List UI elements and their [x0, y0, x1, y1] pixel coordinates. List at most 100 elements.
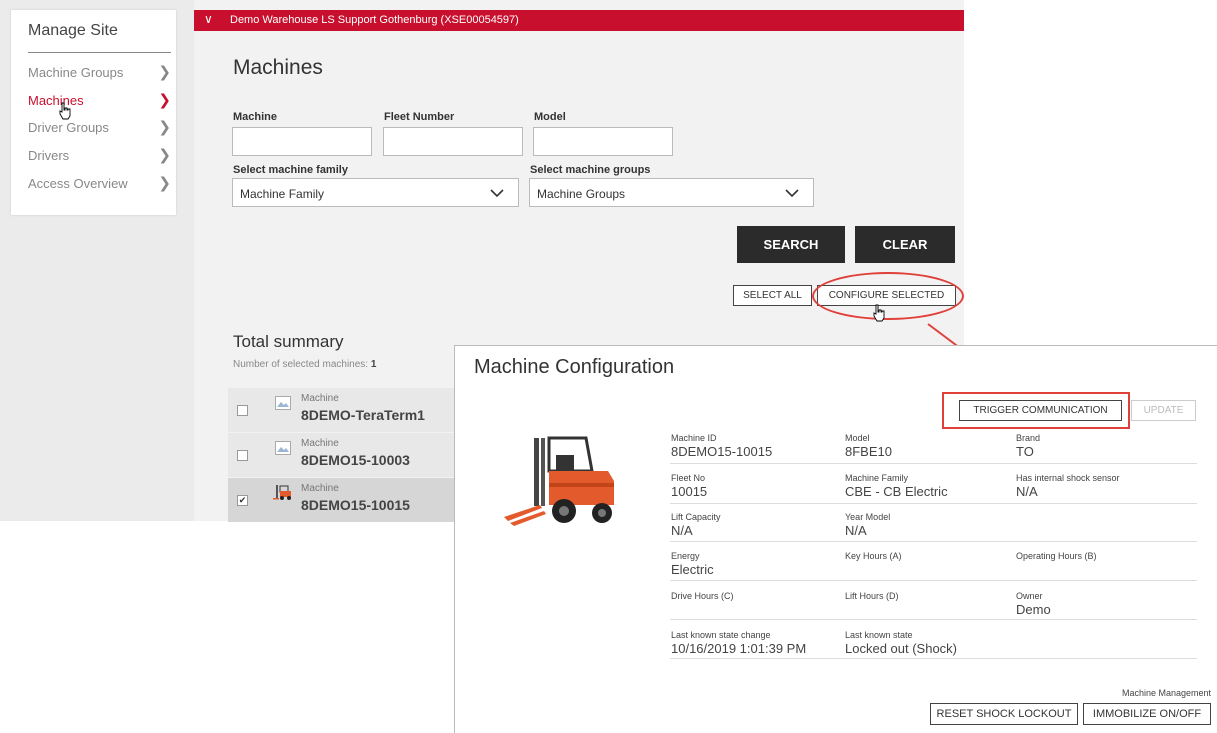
sidebar-item-machine-groups[interactable]: Machine Groups ❯ [28, 63, 171, 83]
manage-site-sidebar: Manage Site Machine Groups ❯ Machines ❯ … [11, 10, 176, 215]
machine-row[interactable]: ✔ Machine 8DEMO15-10015 [228, 478, 454, 522]
machine-groups-value: Machine Groups [537, 187, 626, 201]
last-state-label: Last known state [845, 630, 913, 640]
fleet-no-value: 10015 [671, 484, 708, 499]
detail-divider [670, 658, 1197, 659]
model-value: 8FBE10 [845, 444, 892, 459]
chevron-right-icon: ❯ [158, 64, 171, 81]
machine-family-label: Select machine family [233, 164, 348, 176]
machine-row-label: Machine [301, 393, 339, 404]
reset-shock-lockout-button[interactable]: RESET SHOCK LOCKOUT [930, 703, 1078, 725]
forklift-image [504, 436, 614, 526]
chevron-right-icon: ❯ [158, 119, 171, 136]
site-selector-bar[interactable]: ∨ Demo Warehouse LS Support Gothenburg (… [194, 10, 964, 31]
machine-row[interactable]: Machine 8DEMO-TeraTerm1 [228, 388, 454, 432]
sidebar-item-label: Machine Groups [28, 65, 124, 80]
last-state-value: Locked out (Shock) [845, 641, 958, 656]
sidebar-item-driver-groups[interactable]: Driver Groups ❯ [28, 118, 171, 138]
chevron-down-icon [490, 189, 504, 198]
machine-family-detail-label: Machine Family [845, 473, 909, 483]
last-state-change-label: Last known state change [671, 630, 771, 640]
machine-family-detail-value: CBE - CB Electric [845, 484, 948, 499]
fleet-number-field-label: Fleet Number [384, 111, 455, 123]
machine-row-name: 8DEMO15-10003 [301, 452, 410, 468]
sidebar-item-label: Drivers [28, 148, 70, 163]
select-all-button[interactable]: SELECT ALL [733, 285, 812, 306]
model-input[interactable] [533, 127, 673, 156]
machine-row-name: 8DEMO15-10015 [301, 497, 410, 513]
machine-row-name: 8DEMO-TeraTerm1 [301, 407, 425, 423]
detail-divider [670, 619, 1197, 620]
machine-row[interactable]: Machine 8DEMO15-10003 [228, 433, 454, 477]
sidebar-title: Manage Site [28, 22, 118, 39]
chevron-right-icon: ❯ [158, 175, 171, 192]
immobilize-toggle-button[interactable]: IMMOBILIZE ON/OFF [1083, 703, 1211, 725]
machine-checkbox[interactable] [237, 405, 248, 416]
machine-groups-select[interactable]: Machine Groups [529, 178, 814, 207]
annotation-ellipse [812, 272, 964, 320]
shock-sensor-value: N/A [1016, 484, 1038, 499]
page-title: Machines [233, 56, 323, 79]
machine-row-label: Machine [301, 438, 339, 449]
chevron-right-icon: ❯ [158, 147, 171, 164]
forklift-thumbnail [273, 485, 291, 500]
selected-machines-label: Number of selected machines: [233, 359, 371, 370]
model-label: Model [845, 433, 870, 443]
sidebar-item-access-overview[interactable]: Access Overview ❯ [28, 174, 171, 194]
lift-capacity-label: Lift Capacity [671, 512, 721, 522]
annotation-highlight-box [942, 392, 1130, 429]
machine-id-label: Machine ID [671, 433, 717, 443]
fleet-number-input[interactable] [383, 127, 523, 156]
machine-id-value: 8DEMO15-10015 [671, 444, 773, 459]
chevron-down-icon: ∨ [204, 12, 213, 26]
energy-value: Electric [671, 562, 714, 577]
detail-divider [670, 503, 1197, 504]
broken-image-icon [275, 441, 291, 455]
machine-row-label: Machine [301, 483, 339, 494]
energy-label: Energy [671, 551, 700, 561]
year-model-value: N/A [845, 523, 867, 538]
owner-label: Owner [1016, 591, 1043, 601]
total-summary-title: Total summary [233, 332, 344, 351]
machine-checkbox[interactable]: ✔ [237, 495, 248, 506]
machine-family-value: Machine Family [240, 187, 325, 201]
machine-checkbox[interactable] [237, 450, 248, 461]
last-state-change-value: 10/16/2019 1:01:39 PM [671, 641, 807, 656]
sidebar-item-label: Access Overview [28, 176, 128, 191]
shock-sensor-label: Has internal shock sensor [1016, 473, 1120, 483]
hand-cursor-icon [873, 304, 885, 322]
sidebar-item-drivers[interactable]: Drivers ❯ [28, 146, 171, 166]
model-field-label: Model [534, 111, 566, 123]
chevron-right-icon: ❯ [158, 92, 171, 109]
detail-divider [670, 463, 1197, 464]
brand-value: TO [1016, 444, 1034, 459]
operating-hours-label: Operating Hours (B) [1016, 551, 1097, 561]
sidebar-item-machines[interactable]: Machines ❯ [28, 91, 171, 111]
sidebar-divider [28, 52, 171, 53]
site-name: Demo Warehouse LS Support Gothenburg (XS… [230, 14, 519, 26]
year-model-label: Year Model [845, 512, 891, 522]
machine-family-select[interactable]: Machine Family [232, 178, 519, 207]
hand-cursor-icon [59, 102, 71, 120]
machine-field-label: Machine [233, 111, 278, 123]
selected-machines-count: Number of selected machines: 1 [233, 359, 376, 370]
selected-machines-number: 1 [370, 359, 377, 370]
chevron-down-icon [785, 189, 799, 198]
owner-value: Demo [1016, 602, 1051, 617]
clear-button[interactable]: CLEAR [855, 226, 955, 263]
key-hours-label: Key Hours (A) [845, 551, 902, 561]
detail-divider [670, 541, 1197, 542]
search-button[interactable]: SEARCH [737, 226, 845, 263]
fleet-no-label: Fleet No [671, 473, 706, 483]
brand-label: Brand [1016, 433, 1041, 443]
detail-divider [670, 580, 1197, 581]
machine-input[interactable] [232, 127, 372, 156]
machine-management-label: Machine Management [1122, 688, 1212, 698]
update-button: UPDATE [1131, 400, 1196, 421]
lift-capacity-value: N/A [671, 523, 693, 538]
sidebar-item-label: Driver Groups [28, 120, 109, 135]
modal-title: Machine Configuration [474, 356, 675, 378]
broken-image-icon [275, 396, 291, 410]
sidebar-item-label: Machines [28, 93, 84, 108]
lift-hours-label: Lift Hours (D) [845, 591, 899, 601]
